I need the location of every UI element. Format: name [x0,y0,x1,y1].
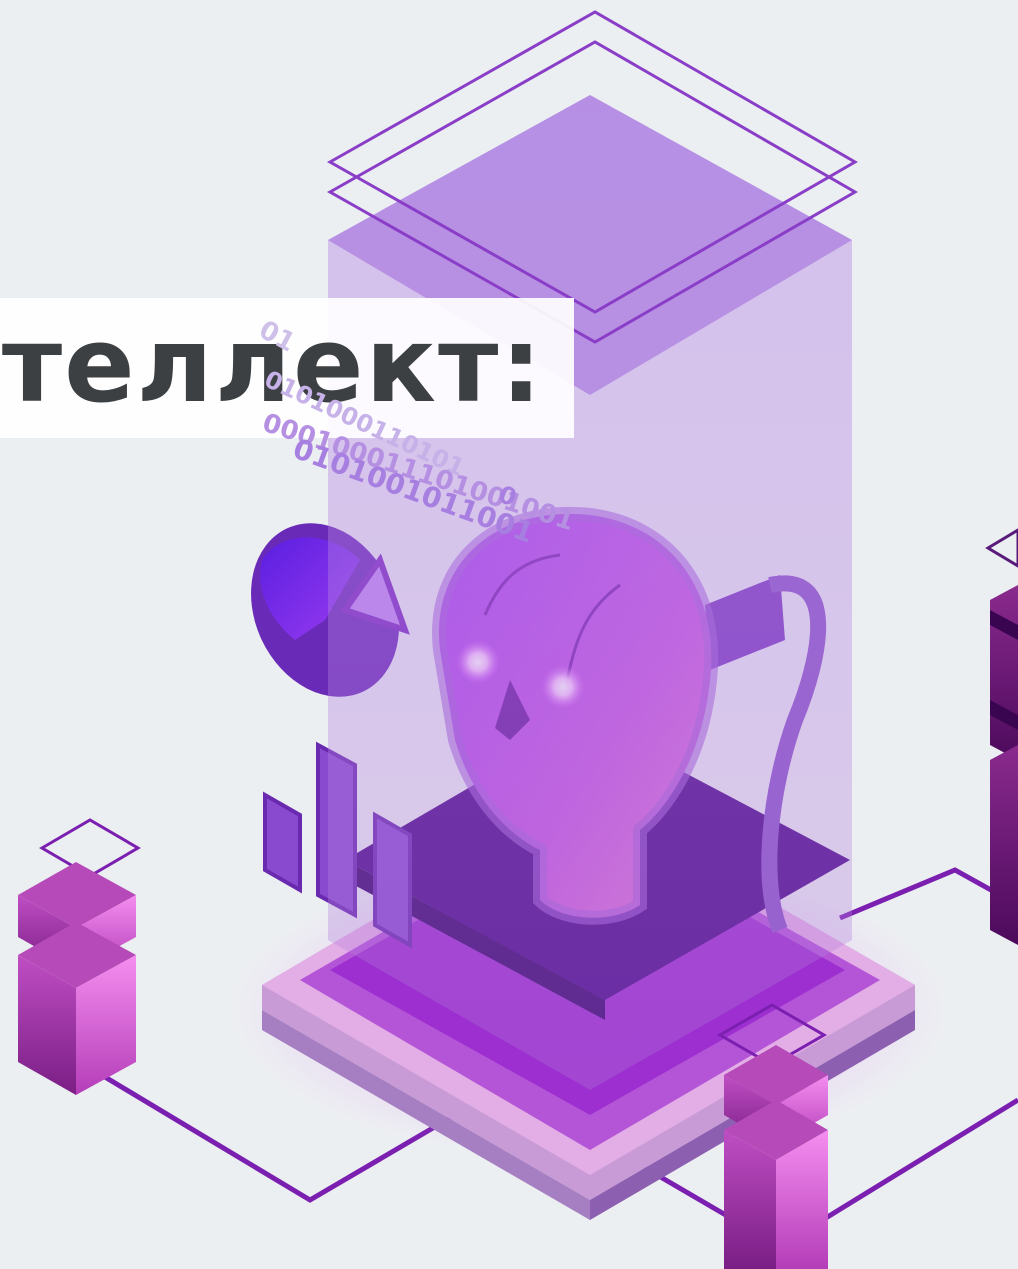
isometric-cube-icon-left [18,818,141,1095]
ai-illustration [18,10,1018,1269]
isometric-cube-icon-right [985,528,1018,945]
illustration-canvas: ителлект: 01 0101000110101 0001000111010… [0,0,1018,1269]
glass-column [328,95,852,1090]
